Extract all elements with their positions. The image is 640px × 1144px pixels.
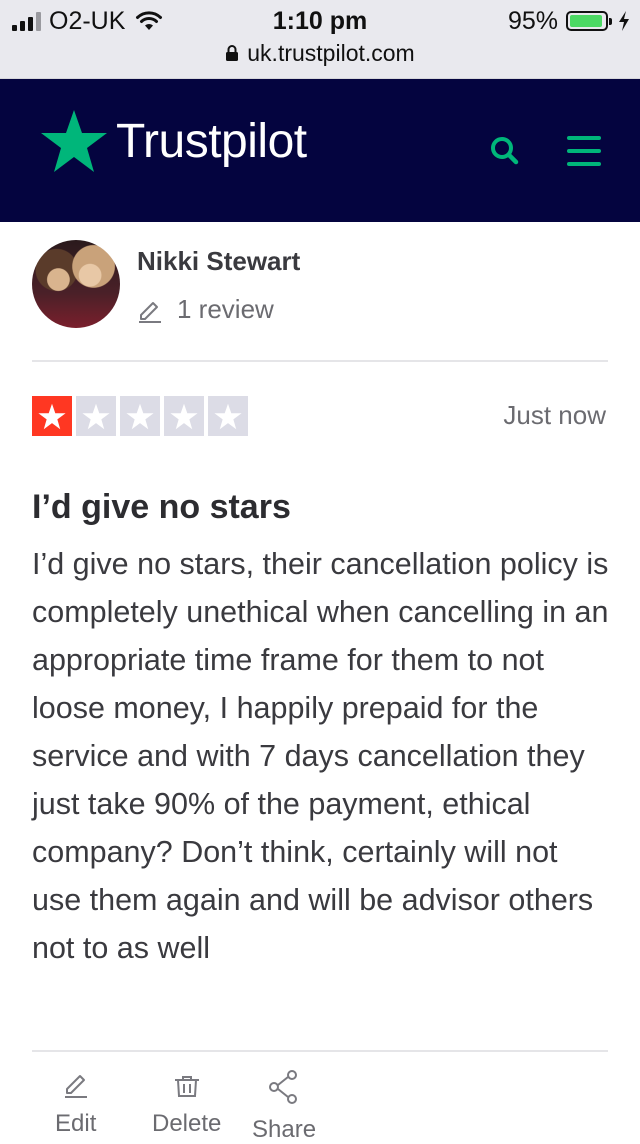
- review-title: I’d give no stars: [32, 488, 291, 526]
- star-icon: [214, 403, 242, 429]
- delete-label: Delete: [152, 1110, 222, 1137]
- review-count-row: 1 review: [137, 294, 274, 325]
- status-right: 95%: [508, 7, 630, 35]
- divider: [32, 360, 608, 362]
- trustpilot-star-logo: [41, 110, 107, 172]
- search-icon[interactable]: [488, 134, 522, 168]
- star-rating: [32, 396, 248, 436]
- star-icon: [126, 403, 154, 429]
- battery-percent: 95%: [507, 6, 558, 35]
- trustpilot-logo[interactable]: Trustpilot: [40, 109, 307, 173]
- lock-icon: [226, 45, 239, 61]
- pencil-icon: [139, 301, 161, 323]
- review-count: 1 review: [177, 294, 274, 324]
- share-label: Share: [252, 1116, 317, 1143]
- battery-icon: [566, 11, 612, 31]
- pencil-icon: [64, 1075, 87, 1098]
- edit-label: Edit: [55, 1110, 97, 1137]
- star-empty: [164, 396, 204, 436]
- brand-name: Trustpilot: [116, 114, 307, 168]
- share-icon: [269, 1070, 298, 1104]
- site-header: Trustpilot: [0, 79, 640, 222]
- edit-button[interactable]: Edit: [55, 1070, 96, 1138]
- star-empty: [208, 396, 248, 436]
- reviewer-name[interactable]: Nikki Stewart: [137, 246, 300, 277]
- review-body: I’d give no stars, their cancellation po…: [32, 547, 609, 965]
- trash-icon: [174, 1076, 199, 1097]
- star-empty: [120, 396, 160, 436]
- star-icon: [38, 403, 66, 429]
- star-filled: [32, 396, 72, 436]
- review-date: Just now: [503, 400, 606, 430]
- charging-bolt-icon: [619, 11, 629, 31]
- star-icon: [82, 403, 110, 429]
- divider: [32, 1050, 608, 1052]
- address-bar[interactable]: uk.trustpilot.com: [0, 38, 640, 68]
- avatar[interactable]: [32, 240, 120, 328]
- url-text: uk.trustpilot.com: [247, 39, 415, 66]
- share-button[interactable]: Share: [252, 1070, 316, 1144]
- review-actions: Edit Delete Share: [0, 1070, 640, 1143]
- star-empty: [76, 396, 116, 436]
- browser-status-bar: O2-UK 1:10 pm 95% uk.trustpilot.com: [0, 0, 640, 79]
- star-icon: [170, 403, 198, 429]
- battery-level-fill: [570, 15, 603, 27]
- delete-button[interactable]: Delete: [152, 1070, 221, 1138]
- hamburger-menu-icon[interactable]: [566, 134, 602, 168]
